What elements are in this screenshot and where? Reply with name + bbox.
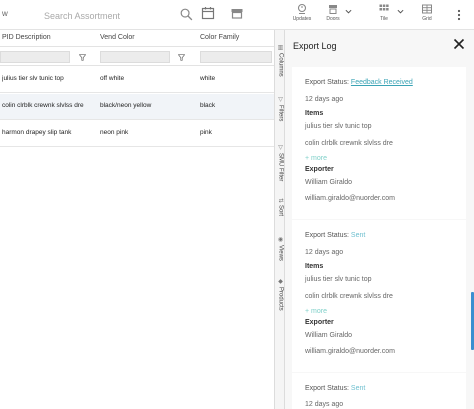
smu-filter-tab-label: SMU Filter (277, 153, 284, 182)
products-tab-label: Products (277, 287, 284, 311)
grid-label: Grid (422, 16, 432, 22)
top-toolbar: w Updates Doors (0, 0, 474, 30)
vend-color-filter-input[interactable] (100, 51, 170, 63)
export-status-label: Export Status: Sent (305, 385, 366, 392)
chevron-down-icon[interactable] (345, 9, 352, 14)
filter-icon[interactable] (178, 54, 185, 61)
sort-tab-label: Sort (277, 205, 284, 217)
tile-label: Tile (380, 16, 388, 22)
sort-tab[interactable]: ⇅ Sort (276, 198, 285, 216)
pid-description-cell: harmon drapey slip tank (2, 129, 72, 136)
close-icon[interactable] (453, 38, 465, 50)
doors-icon (329, 5, 337, 14)
export-log-entry: Export Status: Sent 12 days ago Items ju… (292, 220, 466, 372)
filter-icon[interactable] (79, 54, 86, 61)
tile-view-button[interactable]: Tile (368, 3, 400, 27)
export-status-label: Export Status: Feedback Received (305, 79, 413, 86)
view-label: w (2, 9, 8, 18)
filter-row (0, 48, 274, 66)
export-time: 12 days ago (305, 249, 344, 256)
exporter-heading: Exporter (305, 319, 334, 326)
color-family-filter-input[interactable] (200, 51, 272, 63)
column-header-color-family[interactable]: Color Family (200, 34, 239, 41)
column-header-pid-description[interactable]: PID Description (2, 34, 51, 41)
color-family-cell: pink (200, 129, 212, 136)
grid-icon (422, 4, 432, 14)
exporter-name: William Giraldo (305, 179, 353, 186)
items-heading: Items (305, 110, 324, 117)
exporter-heading: Exporter (305, 166, 334, 173)
assortment-grid: PID Description Vend Color Color Family … (0, 30, 274, 409)
export-status-label: Export Status: Sent (305, 232, 366, 239)
columns-tab[interactable]: ▥ Columns (276, 44, 285, 77)
views-tab[interactable]: ◉ Views (276, 236, 285, 261)
doors-label: Doors (326, 16, 340, 22)
color-family-cell: black (200, 102, 216, 109)
table-row[interactable]: colin clrblk crewnk slvlss dre black/neo… (0, 94, 274, 120)
filters-tab[interactable]: ▽ Filters (276, 96, 285, 121)
updates-button[interactable]: Updates (286, 3, 318, 27)
filters-tab-label: Filters (277, 105, 284, 122)
search-box[interactable] (44, 6, 193, 25)
export-status-value: Sent (350, 232, 366, 239)
search-icon[interactable] (180, 8, 193, 21)
eye-icon: ◉ (277, 236, 283, 243)
export-status-link[interactable]: Feedback Received (351, 79, 413, 86)
pid-description-cell: julius tier slv tunic top (2, 75, 64, 82)
export-log-entry: Export Status: Feedback Received 12 days… (292, 67, 466, 219)
item-text: julius tier slv tunic top (305, 123, 372, 130)
columns-tab-label: Columns (277, 53, 284, 77)
sort-icon: ⇅ (277, 198, 283, 204)
item-text: julius tier slv tunic top (305, 276, 372, 283)
filter-icon: ▽ (277, 96, 283, 103)
item-text: colin clrblk crewnk slvlss dre (305, 293, 393, 300)
tile-icon (379, 4, 389, 11)
updates-icon (297, 3, 307, 14)
vend-color-cell: neon pink (100, 129, 129, 136)
export-log-entry: Export Status: Sent 12 days ago (292, 373, 466, 409)
grid-view-button[interactable]: Grid (411, 3, 443, 27)
exporter-email: william.giraldo@nuorder.com (305, 348, 395, 355)
pid-filter-input[interactable] (0, 51, 70, 63)
export-time: 12 days ago (305, 401, 344, 408)
columns-icon: ▥ (277, 44, 283, 51)
tool-panel-strip: ▥ Columns ▽ Filters ▽ SMU Filter ⇅ Sort … (274, 30, 285, 409)
chevron-down-icon[interactable] (397, 9, 404, 14)
color-family-cell: white (200, 75, 216, 82)
search-input[interactable] (44, 7, 174, 25)
vend-color-cell: black/neon yellow (100, 102, 152, 109)
products-tab[interactable]: ◆ Products (276, 278, 285, 311)
panel-title: Export Log (293, 41, 337, 51)
updates-label: Updates (292, 16, 312, 22)
tag-icon: ◆ (277, 278, 283, 285)
items-heading: Items (305, 263, 324, 270)
more-items-link[interactable]: + more (305, 155, 327, 162)
store-icon[interactable] (230, 6, 244, 20)
filter-icon: ▽ (277, 144, 283, 151)
export-time: 12 days ago (305, 96, 344, 103)
item-text: colin clrblk crewnk slvlss dre (305, 140, 393, 147)
doors-button[interactable]: Doors (317, 3, 349, 27)
export-log-panel: Export Log Export Status: Feedback Recei… (285, 30, 474, 409)
table-row[interactable]: harmon drapey slip tank neon pink pink (0, 121, 274, 147)
table-row[interactable]: julius tier slv tunic top off white whit… (0, 67, 274, 93)
more-items-link[interactable]: + more (305, 308, 327, 315)
pid-description-cell: colin clrblk crewnk slvlss dre (2, 102, 84, 109)
export-status-value: Sent (350, 385, 366, 392)
views-tab-label: Views (277, 245, 284, 261)
vend-color-cell: off white (100, 75, 125, 82)
exporter-email: william.giraldo@nuorder.com (305, 195, 395, 202)
grid-header: PID Description Vend Color Color Family (0, 30, 274, 47)
more-options-icon[interactable] (457, 9, 461, 21)
calendar-icon[interactable] (201, 6, 215, 20)
panel-header: Export Log (285, 30, 474, 58)
smu-filter-tab[interactable]: ▽ SMU Filter (276, 144, 285, 181)
column-header-vend-color[interactable]: Vend Color (100, 34, 135, 41)
exporter-name: William Giraldo (305, 332, 353, 339)
